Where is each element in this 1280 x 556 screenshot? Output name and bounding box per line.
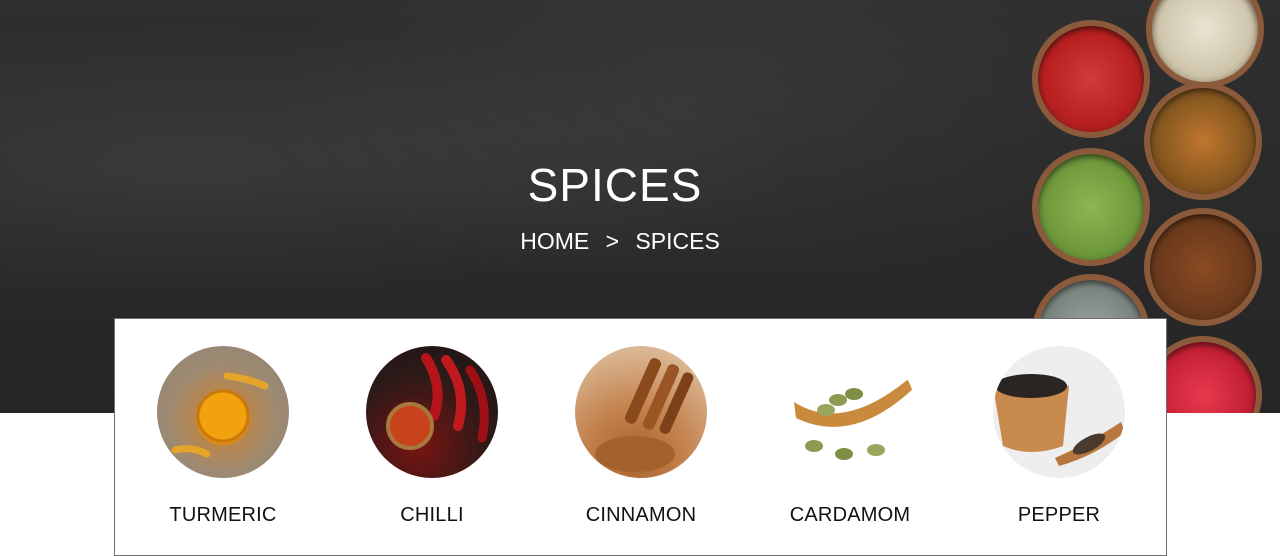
spice-item-turmeric[interactable]: TURMERIC <box>117 346 329 527</box>
page-title: SPICES <box>527 159 703 211</box>
spice-item-cardamom[interactable]: CARDAMOM <box>744 346 956 527</box>
white-pepper-bowl <box>1146 0 1264 88</box>
pepper-image[interactable] <box>993 346 1125 478</box>
breadcrumb-separator: > <box>605 228 620 254</box>
spice-label[interactable]: CHILLI <box>326 504 538 527</box>
cinnamon-image[interactable] <box>575 346 707 478</box>
spice-item-chilli[interactable]: CHILLI <box>326 346 538 527</box>
breadcrumb-home-link[interactable]: HOME <box>520 228 589 255</box>
breadcrumb-current: SPICES <box>635 228 720 254</box>
chilli-image[interactable] <box>366 346 498 478</box>
spice-item-pepper[interactable]: PEPPER <box>953 346 1165 527</box>
breadcrumb: HOME > SPICES <box>0 228 1240 255</box>
spice-categories-card: TURMERIC CHILLI CINNAMON CARDAMOM PEPPER <box>114 318 1167 556</box>
turmeric-image[interactable] <box>157 346 289 478</box>
star-anise-bowl <box>1144 208 1262 326</box>
spice-label[interactable]: CARDAMOM <box>744 504 956 527</box>
spice-label[interactable]: PEPPER <box>953 504 1165 527</box>
red-spice-bowl <box>1032 20 1150 138</box>
spice-label[interactable]: CINNAMON <box>535 504 747 527</box>
spice-item-cinnamon[interactable]: CINNAMON <box>535 346 747 527</box>
cardamom-image[interactable] <box>784 346 916 478</box>
spice-label[interactable]: TURMERIC <box>117 504 329 527</box>
